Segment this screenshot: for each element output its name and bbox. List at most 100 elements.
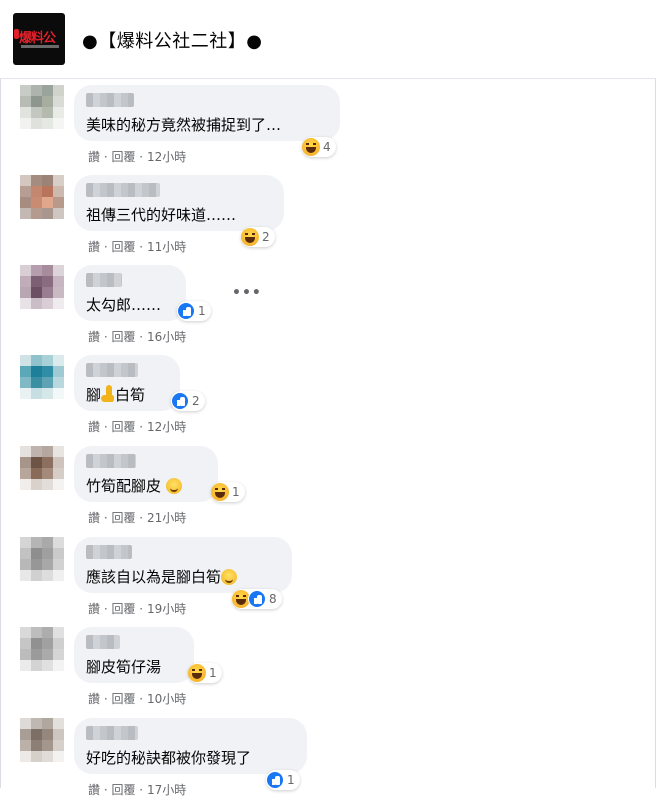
timestamp[interactable]: 12小時 bbox=[147, 420, 186, 434]
post-header: 爆料公 ●【爆料公社二社】● bbox=[0, 0, 656, 79]
timestamp[interactable]: 19小時 bbox=[147, 602, 186, 616]
like-link[interactable]: 讚 bbox=[88, 602, 100, 616]
grin-emoji-icon bbox=[221, 569, 238, 585]
reaction-count: 8 bbox=[269, 592, 277, 606]
foot-emoji-icon bbox=[101, 385, 115, 403]
reply-link[interactable]: 回覆 bbox=[111, 240, 135, 254]
haha-emoji-icon bbox=[188, 664, 206, 682]
like-link[interactable]: 讚 bbox=[88, 511, 100, 525]
commenter-name[interactable] bbox=[86, 635, 120, 649]
avatar[interactable] bbox=[20, 537, 64, 581]
commenter-name[interactable] bbox=[86, 726, 138, 740]
reaction-summary[interactable]: 2 bbox=[171, 391, 205, 411]
commenter-name[interactable] bbox=[86, 273, 122, 287]
reaction-count: 1 bbox=[209, 666, 217, 680]
comment-item: 太勾郎…… 1 ••• 讚 · 回覆 · 16小時 bbox=[0, 265, 656, 355]
reaction-count: 4 bbox=[323, 140, 331, 154]
reply-link[interactable]: 回覆 bbox=[111, 692, 135, 706]
avatar[interactable] bbox=[20, 627, 64, 671]
separator: · bbox=[100, 330, 112, 344]
separator: · bbox=[135, 602, 147, 616]
comment-text: 美味的秘方竟然被捕捉到了… bbox=[86, 116, 282, 134]
separator: · bbox=[135, 692, 147, 706]
avatar[interactable] bbox=[20, 85, 64, 129]
separator: · bbox=[100, 420, 112, 434]
separator: · bbox=[100, 240, 112, 254]
timestamp[interactable]: 12小時 bbox=[147, 150, 186, 164]
like-icon bbox=[248, 590, 266, 608]
haha-emoji-icon bbox=[241, 228, 259, 246]
comment-text: 竹筍配腳皮 bbox=[86, 475, 182, 496]
avatar[interactable] bbox=[20, 718, 64, 762]
comment-bubble: 美味的秘方竟然被捕捉到了… bbox=[74, 85, 340, 141]
more-options-icon[interactable]: ••• bbox=[232, 285, 262, 301]
reply-link[interactable]: 回覆 bbox=[111, 783, 135, 797]
avatar[interactable] bbox=[20, 265, 64, 309]
like-link[interactable]: 讚 bbox=[88, 692, 100, 706]
haha-emoji-icon bbox=[211, 483, 229, 501]
comment-text-part: 應該自以為是腳白筍 bbox=[86, 568, 222, 586]
like-link[interactable]: 讚 bbox=[88, 150, 100, 164]
reply-link[interactable]: 回覆 bbox=[111, 420, 135, 434]
commenter-name[interactable] bbox=[86, 545, 132, 559]
timestamp[interactable]: 21小時 bbox=[147, 511, 186, 525]
timestamp[interactable]: 16小時 bbox=[147, 330, 186, 344]
haha-emoji-icon bbox=[302, 138, 320, 156]
reply-link[interactable]: 回覆 bbox=[111, 150, 135, 164]
page-avatar[interactable]: 爆料公 bbox=[13, 13, 65, 65]
separator: · bbox=[100, 511, 112, 525]
comment-text-part: 白筍 bbox=[115, 386, 146, 404]
comment-item: 祖傳三代的好味道…… 2 讚 · 回覆 · 11小時 bbox=[0, 175, 656, 265]
commenter-name[interactable] bbox=[86, 363, 138, 377]
separator: · bbox=[135, 240, 147, 254]
comment-bubble: 竹筍配腳皮 bbox=[74, 446, 218, 502]
comment-text-part: 腳 bbox=[86, 386, 102, 404]
avatar[interactable] bbox=[20, 175, 64, 219]
comment-actions: 讚 · 回覆 · 12小時 bbox=[88, 418, 186, 435]
like-icon bbox=[171, 392, 189, 410]
separator: · bbox=[100, 150, 112, 164]
reaction-summary[interactable]: 8 bbox=[232, 589, 282, 609]
comment-actions: 讚 · 回覆 · 19小時 bbox=[88, 600, 186, 617]
timestamp[interactable]: 10小時 bbox=[147, 692, 186, 706]
timestamp[interactable]: 11小時 bbox=[147, 240, 186, 254]
reaction-summary[interactable]: 1 bbox=[211, 482, 245, 502]
reaction-summary[interactable]: 4 bbox=[302, 137, 336, 157]
avatar[interactable] bbox=[20, 355, 64, 399]
like-icon bbox=[266, 771, 284, 789]
timestamp[interactable]: 17小時 bbox=[147, 783, 186, 797]
like-link[interactable]: 讚 bbox=[88, 420, 100, 434]
reaction-summary[interactable]: 1 bbox=[188, 663, 222, 683]
comment-text: 祖傳三代的好味道…… bbox=[86, 206, 237, 224]
separator: · bbox=[100, 692, 112, 706]
like-link[interactable]: 讚 bbox=[88, 240, 100, 254]
reaction-summary[interactable]: 2 bbox=[241, 227, 275, 247]
separator: · bbox=[135, 150, 147, 164]
commenter-name[interactable] bbox=[86, 183, 160, 197]
comment-bubble: 腳皮筍仔湯 bbox=[74, 627, 194, 683]
commenter-name[interactable] bbox=[86, 454, 136, 468]
separator: · bbox=[100, 783, 112, 797]
comment-item: 應該自以為是腳白筍 8 讚 · 回覆 · 19小時 bbox=[0, 537, 656, 627]
comment-text: 應該自以為是腳白筍 bbox=[86, 566, 238, 587]
comment-actions: 讚 · 回覆 · 17小時 bbox=[88, 781, 186, 798]
comment-actions: 讚 · 回覆 · 16小時 bbox=[88, 328, 186, 345]
reply-link[interactable]: 回覆 bbox=[111, 602, 135, 616]
comment-bubble: 腳白筍 bbox=[74, 355, 180, 411]
reaction-summary[interactable]: 1 bbox=[177, 301, 211, 321]
reply-link[interactable]: 回覆 bbox=[111, 511, 135, 525]
like-link[interactable]: 讚 bbox=[88, 783, 100, 797]
reaction-count: 2 bbox=[262, 230, 270, 244]
comment-item: 竹筍配腳皮 1 讚 · 回覆 · 21小時 bbox=[0, 446, 656, 536]
comment-text: 好吃的秘訣都被你發現了 bbox=[86, 749, 252, 767]
comment-item: 腳皮筍仔湯 1 讚 · 回覆 · 10小時 bbox=[0, 627, 656, 717]
commenter-name[interactable] bbox=[86, 93, 134, 107]
comment-text: 太勾郎…… bbox=[86, 296, 162, 314]
reaction-summary[interactable]: 1 bbox=[266, 770, 300, 790]
avatar[interactable] bbox=[20, 446, 64, 490]
reply-link[interactable]: 回覆 bbox=[111, 330, 135, 344]
page-name-link[interactable]: ●【爆料公社二社】● bbox=[82, 27, 262, 53]
like-link[interactable]: 讚 bbox=[88, 330, 100, 344]
comment-bubble: 應該自以為是腳白筍 bbox=[74, 537, 292, 593]
comment-text: 腳皮筍仔湯 bbox=[86, 658, 162, 676]
